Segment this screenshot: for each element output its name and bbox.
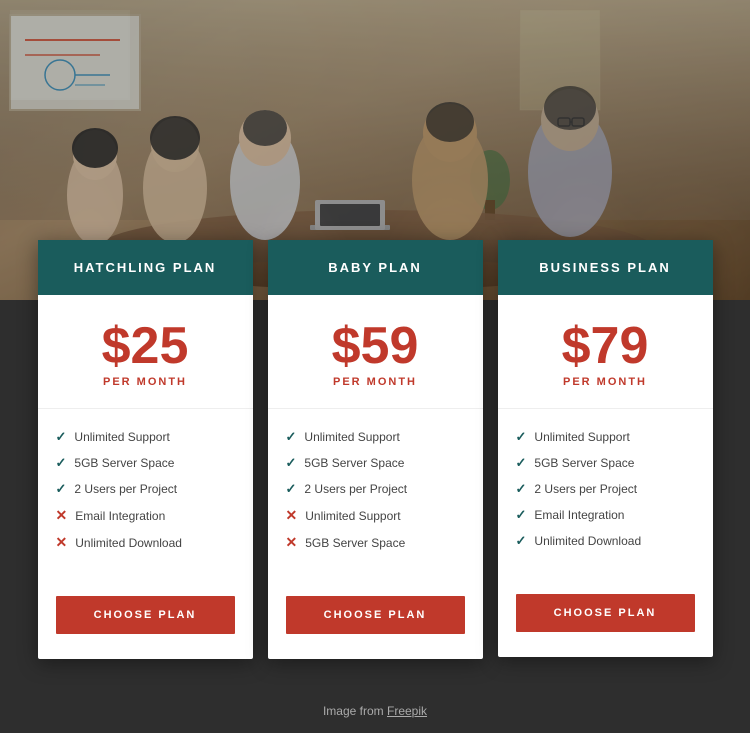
check-icon: ✓ <box>516 507 527 523</box>
check-icon: ✓ <box>286 429 297 445</box>
feature-item-business-1: ✓ 5GB Server Space <box>516 455 695 471</box>
plan-card-baby: BABY PLAN$59PER MONTH✓Unlimited Support✓… <box>268 240 483 659</box>
feature-item-hatchling-1: ✓ 5GB Server Space <box>56 455 235 471</box>
check-icon: ✓ <box>56 481 67 497</box>
feature-label-hatchling-1: 5GB Server Space <box>74 456 174 470</box>
plan-cta-hatchling: CHOOSE PLAN <box>38 581 253 659</box>
feature-label-hatchling-3: Email Integration <box>75 509 165 523</box>
plan-title-baby: BABY PLAN <box>283 260 468 275</box>
plan-header-business: BUSINESS PLAN <box>498 240 713 295</box>
check-icon: ✓ <box>516 455 527 471</box>
plan-price-section-baby: $59 PER MONTH <box>268 295 483 409</box>
feature-label-baby-4: 5GB Server Space <box>305 536 405 550</box>
cross-icon: ✕ <box>286 534 298 551</box>
plan-features-hatchling: ✓ Unlimited Support ✓ 5GB Server Space ✓ 2 Us… <box>38 409 253 581</box>
feature-label-hatchling-0: Unlimited Support <box>74 430 169 444</box>
plan-period-hatchling: PER MONTH <box>53 376 238 388</box>
cross-icon: ✕ <box>286 507 298 524</box>
feature-item-hatchling-3: ✕ Email Integration <box>56 507 235 524</box>
check-icon: ✓ <box>286 481 297 497</box>
plan-header-hatchling: HATCHLING PLAN <box>38 240 253 295</box>
feature-label-business-0: Unlimited Support <box>534 430 629 444</box>
choose-plan-button-business[interactable]: CHOOSE PLAN <box>516 594 695 632</box>
footer-link[interactable]: Freepik <box>387 704 427 718</box>
feature-label-baby-0: Unlimited Support <box>304 430 399 444</box>
feature-item-baby-4: ✕ 5GB Server Space <box>286 534 465 551</box>
plan-cta-baby: CHOOSE PLAN <box>268 581 483 659</box>
plan-features-baby: ✓ Unlimited Support ✓ 5GB Server Space ✓ 2 Us… <box>268 409 483 581</box>
feature-item-baby-0: ✓ Unlimited Support <box>286 429 465 445</box>
plan-header-baby: BABY PLAN <box>268 240 483 295</box>
check-icon: ✓ <box>286 455 297 471</box>
feature-label-business-3: Email Integration <box>534 508 624 522</box>
plan-title-business: BUSINESS PLAN <box>513 260 698 275</box>
plan-title-hatchling: HATCHLING PLAN <box>53 260 238 275</box>
plan-price-section-business: $79 PER MONTH <box>498 295 713 409</box>
plan-card-hatchling: HATCHLING PLAN $25 PER MONTH ✓ Unlimited Sup… <box>38 240 253 659</box>
plan-price-hatchling: $25 <box>53 320 238 372</box>
feature-item-hatchling-0: ✓ Unlimited Support <box>56 429 235 445</box>
check-icon: ✓ <box>516 533 527 549</box>
feature-item-hatchling-2: ✓ 2 Users per Project <box>56 481 235 497</box>
check-icon: ✓ <box>516 481 527 497</box>
check-icon: ✓ <box>516 429 527 445</box>
cross-icon: ✕ <box>56 534 68 551</box>
plan-price-business: $79 <box>513 320 698 372</box>
feature-item-baby-1: ✓ 5GB Server Space <box>286 455 465 471</box>
feature-label-baby-2: 2 Users per Project <box>304 482 407 496</box>
feature-item-business-0: ✓ Unlimited Support <box>516 429 695 445</box>
plans-wrapper: HATCHLING PLAN $25 PER MONTH ✓ Unlimited Sup… <box>38 240 713 659</box>
feature-label-baby-1: 5GB Server Space <box>304 456 404 470</box>
footer-text: Image from <box>323 704 387 718</box>
choose-plan-button-hatchling[interactable]: CHOOSE PLAN <box>56 596 235 634</box>
plan-period-business: PER MONTH <box>513 376 698 388</box>
cross-icon: ✕ <box>56 507 68 524</box>
plan-period-baby: PER MONTH <box>283 376 468 388</box>
feature-item-business-2: ✓ 2 Users per Project <box>516 481 695 497</box>
feature-label-business-4: Unlimited Download <box>534 534 641 548</box>
feature-item-business-4: ✓ Unlimited Download <box>516 533 695 549</box>
feature-item-baby-2: ✓ 2 Users per Project <box>286 481 465 497</box>
feature-label-business-1: 5GB Server Space <box>534 456 634 470</box>
choose-plan-button-baby[interactable]: CHOOSE PLAN <box>286 596 465 634</box>
feature-item-business-3: ✓ Email Integration <box>516 507 695 523</box>
feature-label-hatchling-4: Unlimited Download <box>75 536 182 550</box>
feature-item-hatchling-4: ✕ Unlimited Download <box>56 534 235 551</box>
feature-item-baby-3: ✕ Unlimited Support <box>286 507 465 524</box>
plan-price-baby: $59 <box>283 320 468 372</box>
footer-credit: Image from Freepik <box>0 689 750 733</box>
plans-section: HATCHLING PLAN$25PER MONTH✓Unlimited Sup… <box>0 300 750 689</box>
plan-features-business: ✓ Unlimited Support ✓ 5GB Server Space ✓ 2 Us… <box>498 409 713 579</box>
feature-label-business-2: 2 Users per Project <box>534 482 637 496</box>
plan-card-business: BUSINESS PLAN $79 PER MONTH ✓ Unlimited Supp… <box>498 240 713 657</box>
plan-price-section-hatchling: $25 PER MONTH <box>38 295 253 409</box>
feature-label-baby-3: Unlimited Support <box>305 509 400 523</box>
feature-label-hatchling-2: 2 Users per Project <box>74 482 177 496</box>
plan-cta-business: CHOOSE PLAN <box>498 579 713 657</box>
check-icon: ✓ <box>56 429 67 445</box>
check-icon: ✓ <box>56 455 67 471</box>
